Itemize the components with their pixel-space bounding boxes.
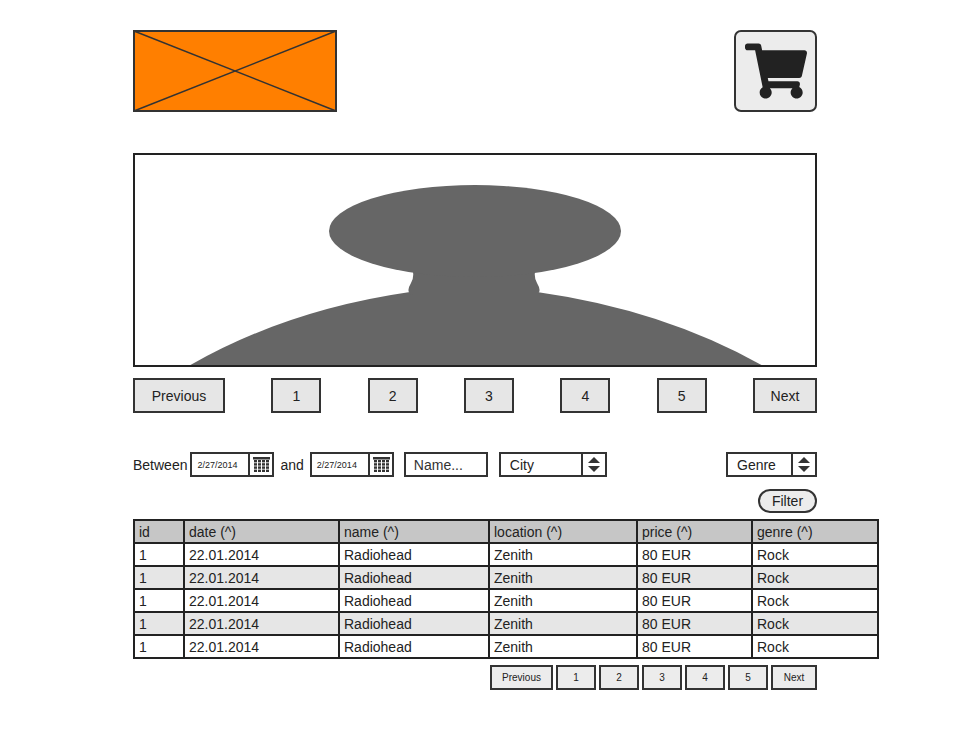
table-cell: 22.01.2014: [184, 612, 339, 635]
filter-row: Between2/27/2014and2/27/2014Name...CityG…: [133, 452, 817, 477]
table-cell: 80 EUR: [637, 566, 752, 589]
table-row[interactable]: 122.01.2014RadioheadZenith80 EURRock: [134, 635, 878, 658]
calendar-icon[interactable]: [368, 454, 392, 475]
date-to-field[interactable]: 2/27/2014: [310, 452, 394, 477]
table-cell: Rock: [752, 566, 878, 589]
table-cell: Rock: [752, 635, 878, 658]
logo-placeholder-icon[interactable]: [133, 30, 337, 112]
column-header[interactable]: date (^): [184, 520, 339, 543]
carousel-page-button[interactable]: 3: [464, 378, 514, 413]
carousel-page-button[interactable]: 4: [560, 378, 610, 413]
column-header[interactable]: name (^): [339, 520, 489, 543]
between-label: Between: [133, 457, 187, 473]
genre-select[interactable]: Genre: [726, 452, 817, 477]
select-arrows-icon[interactable]: [581, 454, 605, 475]
table-cell: 1: [134, 543, 184, 566]
table-cell: 22.01.2014: [184, 566, 339, 589]
table-cell: Radiohead: [339, 589, 489, 612]
events-table: iddate (^)name (^)location (^)price (^)g…: [133, 519, 879, 659]
table-row[interactable]: 122.01.2014RadioheadZenith80 EURRock: [134, 543, 878, 566]
table-page-button[interactable]: Next: [771, 665, 817, 690]
table-cell: Radiohead: [339, 566, 489, 589]
and-label: and: [280, 457, 303, 473]
table-cell: 80 EUR: [637, 612, 752, 635]
table-page-button[interactable]: 4: [685, 665, 725, 690]
table-header-row: iddate (^)name (^)location (^)price (^)g…: [134, 520, 878, 543]
table-page-button[interactable]: 1: [556, 665, 596, 690]
select-arrows-icon[interactable]: [791, 454, 815, 475]
table-cell: Radiohead: [339, 612, 489, 635]
table-cell: Zenith: [489, 612, 637, 635]
table-page-button[interactable]: 5: [728, 665, 768, 690]
page: Previous12345NextBetween2/27/2014and2/27…: [133, 0, 817, 690]
table-cell: Zenith: [489, 635, 637, 658]
carousel-page-button[interactable]: 5: [657, 378, 707, 413]
filter-button[interactable]: Filter: [758, 489, 817, 513]
table-cell: Radiohead: [339, 635, 489, 658]
table-cell: Rock: [752, 612, 878, 635]
table-cell: 1: [134, 612, 184, 635]
cart-button[interactable]: [734, 30, 817, 112]
table-cell: 22.01.2014: [184, 635, 339, 658]
filter-bar: Filter: [133, 489, 817, 513]
table-cell: Zenith: [489, 566, 637, 589]
table-cell: Rock: [752, 589, 878, 612]
column-header[interactable]: id: [134, 520, 184, 543]
table-cell: Zenith: [489, 589, 637, 612]
picture-placeholder-icon: [135, 155, 815, 365]
column-header[interactable]: location (^): [489, 520, 637, 543]
image-carousel: [133, 153, 817, 367]
table-cell: Rock: [752, 543, 878, 566]
table-cell: 1: [134, 589, 184, 612]
cart-icon: [745, 40, 807, 102]
table-cell: 1: [134, 635, 184, 658]
carousel-page-button[interactable]: 1: [271, 378, 321, 413]
table-row[interactable]: 122.01.2014RadioheadZenith80 EURRock: [134, 612, 878, 635]
name-field[interactable]: Name...: [404, 452, 488, 477]
carousel-pager: Previous 1 2 3 4 5 Next: [133, 378, 817, 413]
table-cell: Zenith: [489, 543, 637, 566]
table-row[interactable]: 122.01.2014RadioheadZenith80 EURRock: [134, 589, 878, 612]
table-cell: 1: [134, 566, 184, 589]
date-from-field[interactable]: 2/27/2014: [190, 452, 274, 477]
table-row[interactable]: 122.01.2014RadioheadZenith80 EURRock: [134, 566, 878, 589]
header: [133, 30, 817, 112]
table-cell: 22.01.2014: [184, 543, 339, 566]
calendar-icon[interactable]: [248, 454, 272, 475]
column-header[interactable]: price (^): [637, 520, 752, 543]
table-pager: Previous12345Next: [133, 665, 817, 690]
city-select[interactable]: City: [499, 452, 607, 477]
table-cell: 80 EUR: [637, 543, 752, 566]
table-cell: Radiohead: [339, 543, 489, 566]
carousel-page-button[interactable]: Next: [753, 378, 817, 413]
column-header[interactable]: genre (^): [752, 520, 878, 543]
table-page-button[interactable]: 3: [642, 665, 682, 690]
table-page-button[interactable]: Previous: [490, 665, 553, 690]
table-cell: 22.01.2014: [184, 589, 339, 612]
carousel-page-button[interactable]: Previous: [133, 378, 225, 413]
table-cell: 80 EUR: [637, 635, 752, 658]
table-page-button[interactable]: 2: [599, 665, 639, 690]
carousel-page-button[interactable]: 2: [368, 378, 418, 413]
table-cell: 80 EUR: [637, 589, 752, 612]
